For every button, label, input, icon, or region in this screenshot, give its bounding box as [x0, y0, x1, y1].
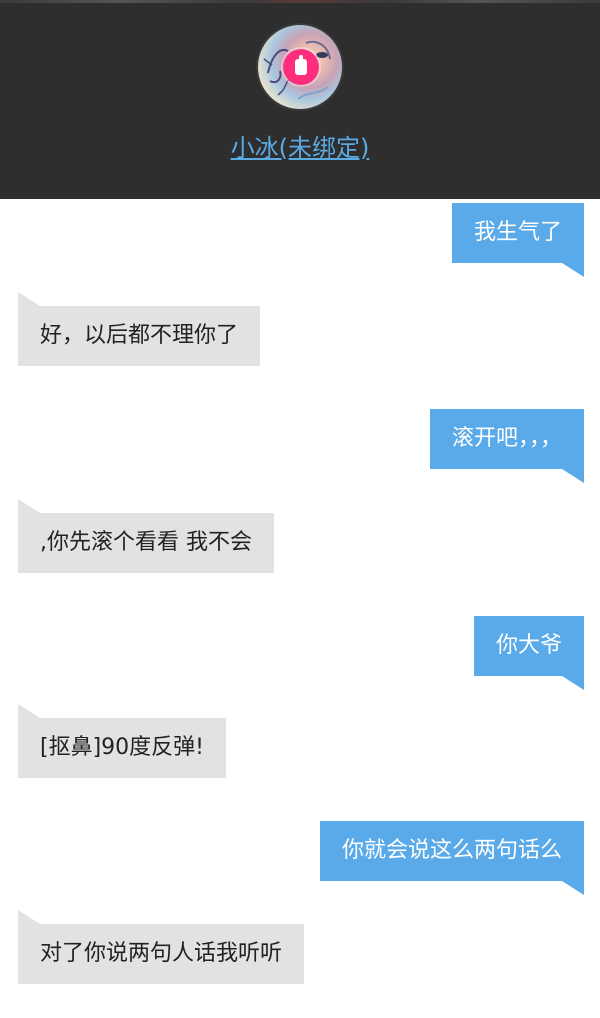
pink-app-logo-icon — [283, 49, 319, 85]
incoming-message: [抠鼻]90度反弹! — [18, 718, 226, 778]
outgoing-bubble-tail — [562, 676, 584, 690]
outgoing-message: 我生气了 — [451, 203, 584, 263]
contact-name-link[interactable]: 小冰(未绑定) — [0, 128, 600, 163]
incoming-message: ,你先滚个看看 我不会 — [18, 513, 274, 573]
incoming-bubble-tail — [18, 292, 40, 306]
status-strip — [0, 0, 600, 3]
incoming-bubble-tail — [18, 910, 40, 924]
chat-header: 小冰(未绑定) — [0, 0, 600, 199]
incoming-bubble-tail — [18, 499, 40, 513]
outgoing-message: 你就会说这么两句话么 — [319, 821, 584, 881]
incoming-bubble-tail — [18, 704, 40, 718]
incoming-message: 好，以后都不理你了 — [18, 306, 261, 366]
outgoing-message: 滚开吧，，， — [429, 409, 584, 469]
incoming-message: 对了你说两句人话我听听 — [18, 924, 305, 984]
outgoing-bubble-tail — [562, 263, 584, 277]
outgoing-bubble-tail — [562, 881, 584, 895]
outgoing-message: 你大爷 — [473, 616, 584, 676]
outgoing-bubble-tail — [562, 469, 584, 483]
